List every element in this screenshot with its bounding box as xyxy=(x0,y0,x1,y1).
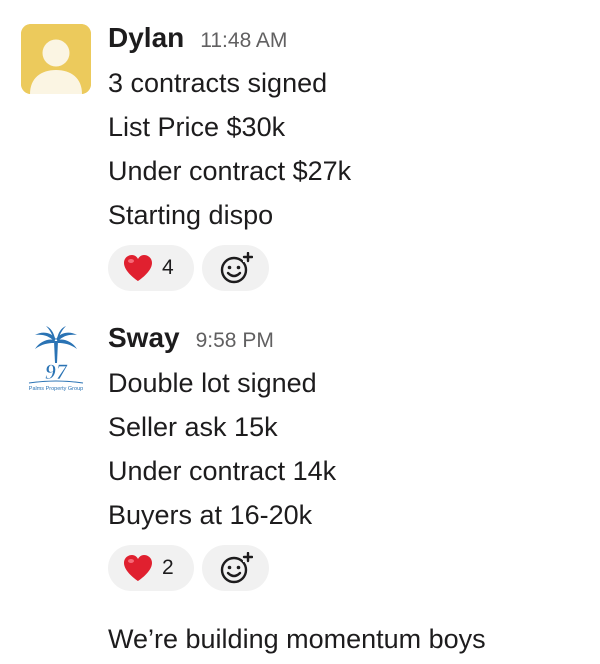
author-name[interactable]: Dylan xyxy=(108,22,184,54)
message-line: List Price $30k xyxy=(108,112,286,142)
message-header: Sway 9:58 PM xyxy=(108,322,274,356)
add-emoji-icon xyxy=(220,252,253,284)
timestamp[interactable]: 11:48 AM xyxy=(200,29,287,53)
message-line: Seller ask 15k xyxy=(108,412,278,442)
avatar[interactable]: 97 Palms Property Group xyxy=(21,323,91,393)
add-reaction-button[interactable] xyxy=(202,545,269,591)
timestamp[interactable]: 9:58 PM xyxy=(196,329,274,353)
heart-reaction-button[interactable]: 2 xyxy=(108,545,194,591)
avatar[interactable] xyxy=(21,24,91,94)
message-line: Under contract 14k xyxy=(108,456,337,486)
add-emoji-icon xyxy=(220,552,253,584)
message-header: Dylan 11:48 AM xyxy=(108,22,287,56)
author-name[interactable]: Sway xyxy=(108,322,180,354)
reaction-count: 2 xyxy=(162,556,174,579)
followup-message: We’re building momentum boys xyxy=(108,624,486,654)
message-line: Starting dispo xyxy=(108,200,274,230)
palm-tree-logo-icon: 97 Palms Property Group xyxy=(21,323,91,393)
heart-icon xyxy=(124,255,152,281)
logo-number: 97 xyxy=(45,359,68,384)
user-placeholder-icon xyxy=(21,24,91,94)
message-line: 3 contracts signed xyxy=(108,68,328,98)
heart-reaction-button[interactable]: 4 xyxy=(108,245,194,291)
message-line: Under contract $27k xyxy=(108,156,352,186)
message-feed: Dylan 11:48 AM 3 contracts signed List P… xyxy=(0,0,600,664)
reaction-bar: 2 xyxy=(108,545,269,591)
reaction-bar: 4 xyxy=(108,245,269,291)
message-line: Double lot signed xyxy=(108,368,317,398)
add-reaction-button[interactable] xyxy=(202,245,269,291)
heart-icon xyxy=(124,555,152,581)
reaction-count: 4 xyxy=(162,256,174,279)
message-line: Buyers at 16-20k xyxy=(108,500,313,530)
logo-text: Palms Property Group xyxy=(29,386,83,392)
